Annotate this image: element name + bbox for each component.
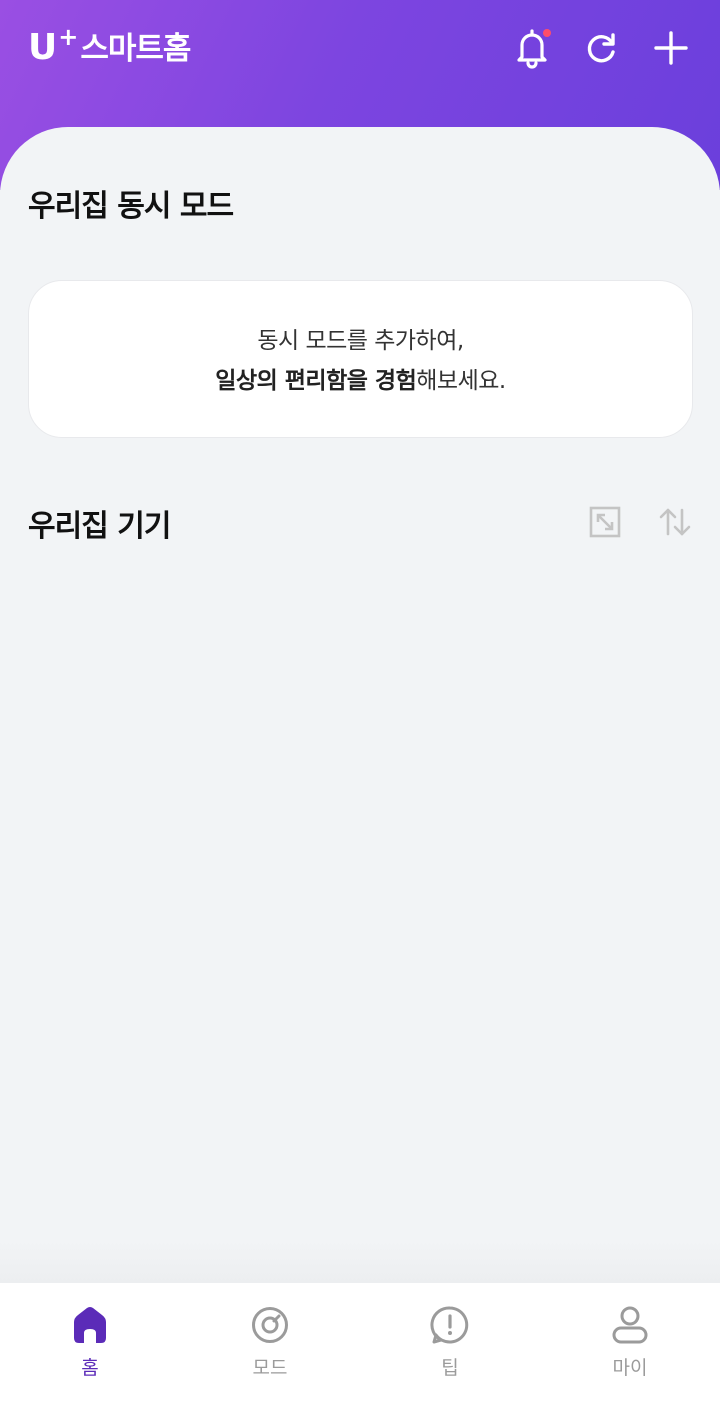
profile-icon bbox=[608, 1303, 652, 1347]
logo-plus: + bbox=[58, 23, 79, 51]
add-button[interactable] bbox=[647, 24, 695, 72]
tab-tip-label: 팁 bbox=[441, 1357, 459, 1379]
bottom-tab-bar: 홈 모드 팁 마이 bbox=[0, 1283, 720, 1424]
empty-line-2-bold: 일상의 편리함을 경험 bbox=[215, 368, 417, 394]
bottom-fade bbox=[0, 1240, 720, 1284]
expand-icon bbox=[589, 506, 621, 538]
logo-name: 스마트홈 bbox=[80, 31, 191, 67]
sort-icon bbox=[659, 508, 691, 536]
expand-button[interactable] bbox=[584, 501, 626, 543]
tab-my-label: 마이 bbox=[612, 1357, 648, 1379]
empty-line-2-rest: 해보세요. bbox=[416, 368, 506, 394]
notification-button[interactable] bbox=[508, 24, 556, 72]
main-content: 우리집 동시 모드 동시 모드를 추가하여, 일상의 편리함을 경험해보세요. … bbox=[0, 127, 720, 1287]
sort-button[interactable] bbox=[654, 501, 696, 543]
logo-u: U bbox=[28, 27, 58, 68]
refresh-icon bbox=[587, 33, 615, 63]
device-section-title: 우리집 기기 bbox=[28, 509, 171, 544]
tab-mode[interactable]: 모드 bbox=[180, 1283, 360, 1424]
empty-line-2: 일상의 편리함을 경험해보세요. bbox=[29, 361, 692, 401]
tab-my[interactable]: 마이 bbox=[540, 1283, 720, 1424]
mode-section-title: 우리집 동시 모드 bbox=[28, 189, 234, 224]
tip-icon bbox=[428, 1303, 472, 1347]
tab-home-label: 홈 bbox=[81, 1357, 99, 1379]
mode-empty-card[interactable]: 동시 모드를 추가하여, 일상의 편리함을 경험해보세요. bbox=[28, 280, 693, 438]
plus-icon bbox=[654, 31, 688, 65]
tab-mode-label: 모드 bbox=[252, 1357, 288, 1379]
bell-icon bbox=[517, 29, 551, 69]
tab-tip[interactable]: 팁 bbox=[360, 1283, 540, 1424]
home-icon bbox=[68, 1303, 112, 1347]
app-logo: U + 스마트홈 bbox=[28, 23, 191, 72]
mode-icon bbox=[248, 1303, 292, 1347]
refresh-button[interactable] bbox=[577, 24, 625, 72]
tab-home[interactable]: 홈 bbox=[0, 1283, 180, 1424]
empty-line-1: 동시 모드를 추가하여, bbox=[257, 328, 464, 354]
